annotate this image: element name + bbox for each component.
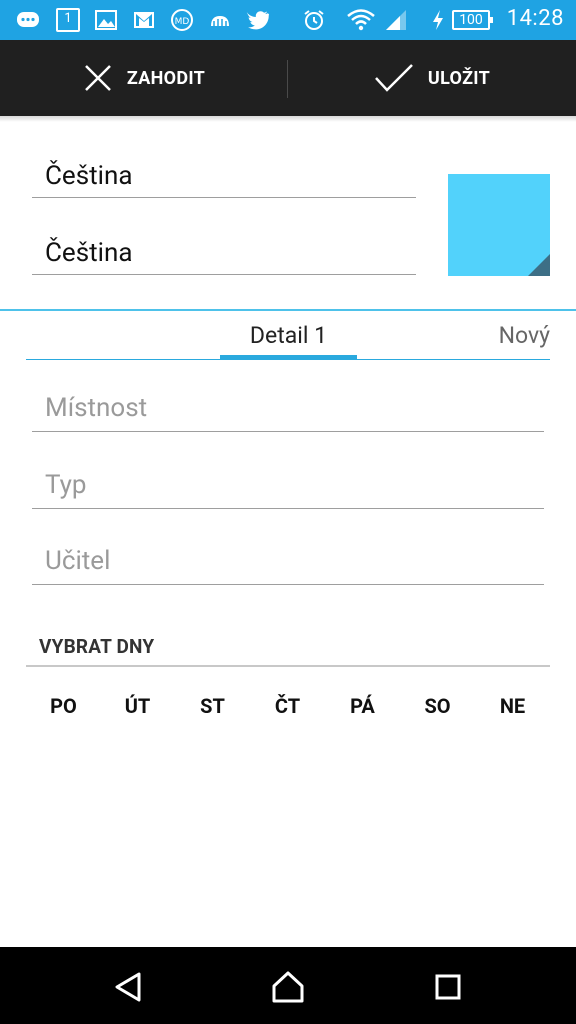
recent-apps-icon[interactable]: [430, 969, 466, 1005]
action-bar: ZAHODIT ULOŽIT: [0, 40, 576, 116]
discard-button[interactable]: ZAHODIT: [0, 40, 288, 116]
select-days-divider: [26, 665, 550, 667]
status-bar: 1 MD 100 14:28: [0, 0, 576, 40]
discard-label: ZAHODIT: [126, 67, 206, 89]
save-label: ULOŽIT: [427, 67, 491, 89]
action-bar-shadow: [0, 116, 576, 122]
day-toggle-pa[interactable]: PÁ: [325, 694, 400, 718]
select-days-header: VYBRAT DNY: [39, 635, 155, 658]
day-toggle-ne[interactable]: NE: [475, 694, 550, 718]
cloud-icon: [211, 16, 229, 26]
color-picker-swatch[interactable]: [448, 174, 550, 276]
image-icon: [95, 10, 117, 30]
app-icon: MD: [171, 9, 193, 31]
day-toggle-ut[interactable]: ÚT: [100, 694, 175, 718]
twitter-icon: [246, 11, 270, 30]
charging-icon: [433, 10, 443, 30]
svg-text:MD: MD: [175, 17, 190, 27]
battery-indicator: 100: [452, 10, 493, 30]
home-icon[interactable]: [270, 969, 306, 1005]
room-input[interactable]: Místnost: [32, 388, 544, 432]
gmail-icon: [134, 12, 154, 28]
messages-icon: [17, 12, 39, 27]
tab-selected-indicator: [220, 355, 357, 360]
back-icon[interactable]: [110, 969, 146, 1005]
subject-short-name-field[interactable]: Čeština: [32, 235, 416, 275]
calendar-icon: 1: [56, 8, 80, 32]
close-icon: [85, 65, 111, 91]
day-toggle-so[interactable]: SO: [400, 694, 475, 718]
wifi-icon: [347, 9, 375, 31]
alarm-icon: [304, 10, 324, 30]
type-input[interactable]: Typ: [32, 465, 544, 509]
signal-icon: [386, 10, 406, 30]
tab-detail-1[interactable]: Detail 1: [220, 318, 357, 356]
check-icon: [375, 64, 413, 92]
save-button[interactable]: ULOŽIT: [288, 40, 576, 116]
corner-triangle-icon: [528, 254, 550, 276]
day-toggle-st[interactable]: ST: [175, 694, 250, 718]
teacher-input[interactable]: Učitel: [32, 541, 544, 585]
subject-name-field[interactable]: Čeština: [32, 158, 416, 198]
status-time: 14:28: [506, 6, 564, 31]
system-navigation-bar: [0, 947, 576, 1024]
day-toggle-po[interactable]: PO: [26, 694, 101, 718]
section-divider: [0, 309, 576, 311]
calendar-day: 1: [64, 11, 72, 26]
day-toggle-ct[interactable]: ČT: [250, 694, 325, 718]
tab-new[interactable]: Nový: [499, 318, 550, 356]
